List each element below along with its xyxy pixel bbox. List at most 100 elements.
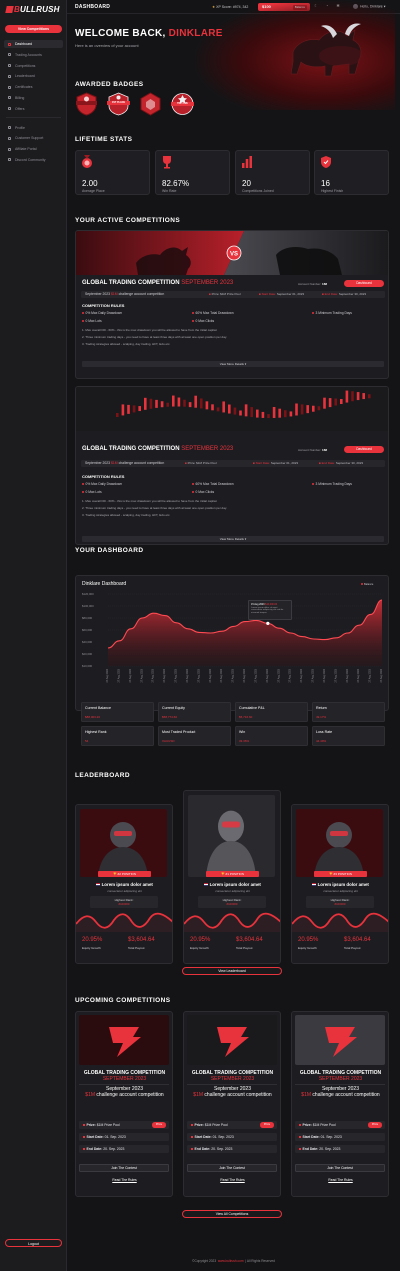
sidebar-item-dashboard[interactable]: Dashboard [4,40,63,48]
rank-label: Highest Rank: [222,897,242,902]
shield-icon [321,156,331,168]
account-value: 168 [322,448,328,452]
prize-button[interactable]: Prize [260,1122,274,1128]
rule-note: 3. Trading strategies allowed - scalping… [82,342,171,346]
sidebar-item-offers[interactable]: Offers [4,105,63,113]
candlestick [183,399,186,407]
candlestick [334,398,337,406]
dashboard-icon [8,42,11,46]
sidebar-item-certificates[interactable]: Certificates [4,83,63,91]
stat-value: 82.67% [162,179,190,188]
upcoming-month: SEPTEMBER 2023 [318,1076,363,1082]
sidebar-item-discord-community[interactable]: Discord Community [4,156,63,164]
start-value: 01. Sep. 2023 [212,1135,234,1139]
candlestick [127,404,130,414]
wallet-icon [8,53,11,57]
strip-suffix: challenge account competition [118,461,165,465]
view-competitions-button[interactable]: View Competitions [5,25,62,33]
x-tick-label: 27 Aug 2023 [369,668,372,682]
candlestick [205,401,209,410]
kpi-value: 33.36% [239,739,250,743]
player-portrait [296,809,383,877]
rule-text: 0% Max Daily Drawdown [85,311,123,315]
read-rules-link[interactable]: Read The Rules [292,1178,388,1182]
stat-label: Average Place [82,189,105,193]
view-more-details-button[interactable]: View More Details ▾ [82,536,384,542]
sidebar-item-label: Dashboard [15,42,33,46]
equity-wave [184,912,280,932]
sidebar-item-profile[interactable]: Profile [4,124,63,132]
dashboard-button[interactable]: Dashboard [344,446,384,453]
kpi-label: Current Balance [85,706,111,710]
kpi-label: Highest Rank [85,730,107,734]
desc-text: challenge account competition [312,1091,380,1098]
y-tick-label: $20,000 [82,652,93,656]
hover-point [266,621,270,625]
affiliate-icon [8,147,11,151]
join-contest-button[interactable]: Join The Contest [79,1164,169,1172]
kpi-value: 54 [85,739,89,743]
read-rules-link[interactable]: Read The Rules [76,1178,172,1182]
join-contest-button[interactable]: Join The Contest [295,1164,385,1172]
sidebar-item-affiliate-portal[interactable]: Affiliate Portal [4,145,63,153]
upcoming-competition-card: GLOBAL TRADING COMPETITION SEPTEMBER 2023… [183,1011,281,1197]
desc-amount: $1M [193,1091,204,1098]
prize-button[interactable]: Prize [152,1122,166,1128]
start-value: 01. Sep. 2023 [320,1135,342,1139]
end-date-row: End Date: 20. Sep. 2023 [187,1145,277,1153]
competition-cover [295,1015,385,1065]
prize-button[interactable]: Prize [368,1122,382,1128]
sidebar-item-label: Discord Community [15,157,46,162]
candlestick [216,407,220,412]
x-tick-label: 27 Aug 2023 [380,668,383,682]
rule-item: 0 Max Lots [82,319,102,323]
sidebar-item-billing[interactable]: Billing [4,94,63,102]
kpi-label: Most Traded Product [162,730,196,734]
logout-button[interactable]: Logout [5,1239,62,1247]
candlestick [328,398,332,408]
competition-cover [187,1015,277,1065]
view-all-competitions-button[interactable]: View All Competitions [182,1210,282,1218]
rule-note: 2. Three minimum trading days - you need… [82,506,227,510]
logo-mark-icon [5,6,14,13]
rank-value: #100000 [334,902,346,907]
sidebar-item-leaderboard[interactable]: Leaderboard [4,72,63,80]
kpi-tiles: Current Balance $88,003.20 Current Equity… [81,702,385,750]
prize-row: Prize: $1M Prize Pool Prize [79,1121,169,1129]
y-tick-label: $100,000 [82,604,94,608]
dashboard-button[interactable]: Dashboard [344,280,384,287]
kpi-return: Return 49.17% [312,702,385,722]
strip-suffix: challenge account competition [118,292,165,296]
sidebar-item-trading-accounts[interactable]: Trading Accounts [4,51,63,59]
view-leaderboard-button[interactable]: View Leaderboard [182,967,282,975]
strip-amount: $1M [111,292,118,296]
player-subtitle: consectetur adipiscing elit [107,889,142,893]
title-month: SEPTEMBER 2023 [181,280,234,286]
upcoming-description: September 2023 $1M challenge account comp… [190,1086,275,1098]
candlestick [138,406,141,412]
candlestick [222,401,225,413]
candlestick [211,404,214,411]
sidebar-item-competitions[interactable]: Competitions [4,62,63,70]
candlestick [132,405,136,413]
read-rules-link[interactable]: Read The Rules [184,1178,280,1182]
sidebar-item-customer-support[interactable]: Customer Support [4,134,63,142]
view-more-details-button[interactable]: View More Details ▾ [82,361,384,367]
badge-shield-icon [76,92,97,116]
candlestick-banner [76,387,388,431]
rule-note: 3. Trading strategies allowed - scalping… [82,513,171,517]
y-tick-label: $40,000 [82,640,93,644]
x-tick-label: 27 Aug 2023 [346,668,349,682]
footer-link[interactable]: www.bullrush.com [218,1259,244,1263]
lifetime-stats: 2.00 Average Place 82.67% Win Rate 20 Co… [75,150,389,195]
leaderboard-heading: LEADERBOARD [75,772,130,779]
candlestick [188,402,192,408]
candlestick [312,405,315,412]
account-number: Account Number: 168 [298,448,327,452]
logo[interactable]: BULLRUSH [5,5,60,14]
welcome-subtitle: Here is an overview of your account [75,43,139,48]
sidebar-item-label: Customer Support [15,136,44,141]
equity-growth-value: 20.95% [190,937,211,943]
join-contest-button[interactable]: Join The Contest [187,1164,277,1172]
start-label: Start Date: [194,1135,212,1139]
